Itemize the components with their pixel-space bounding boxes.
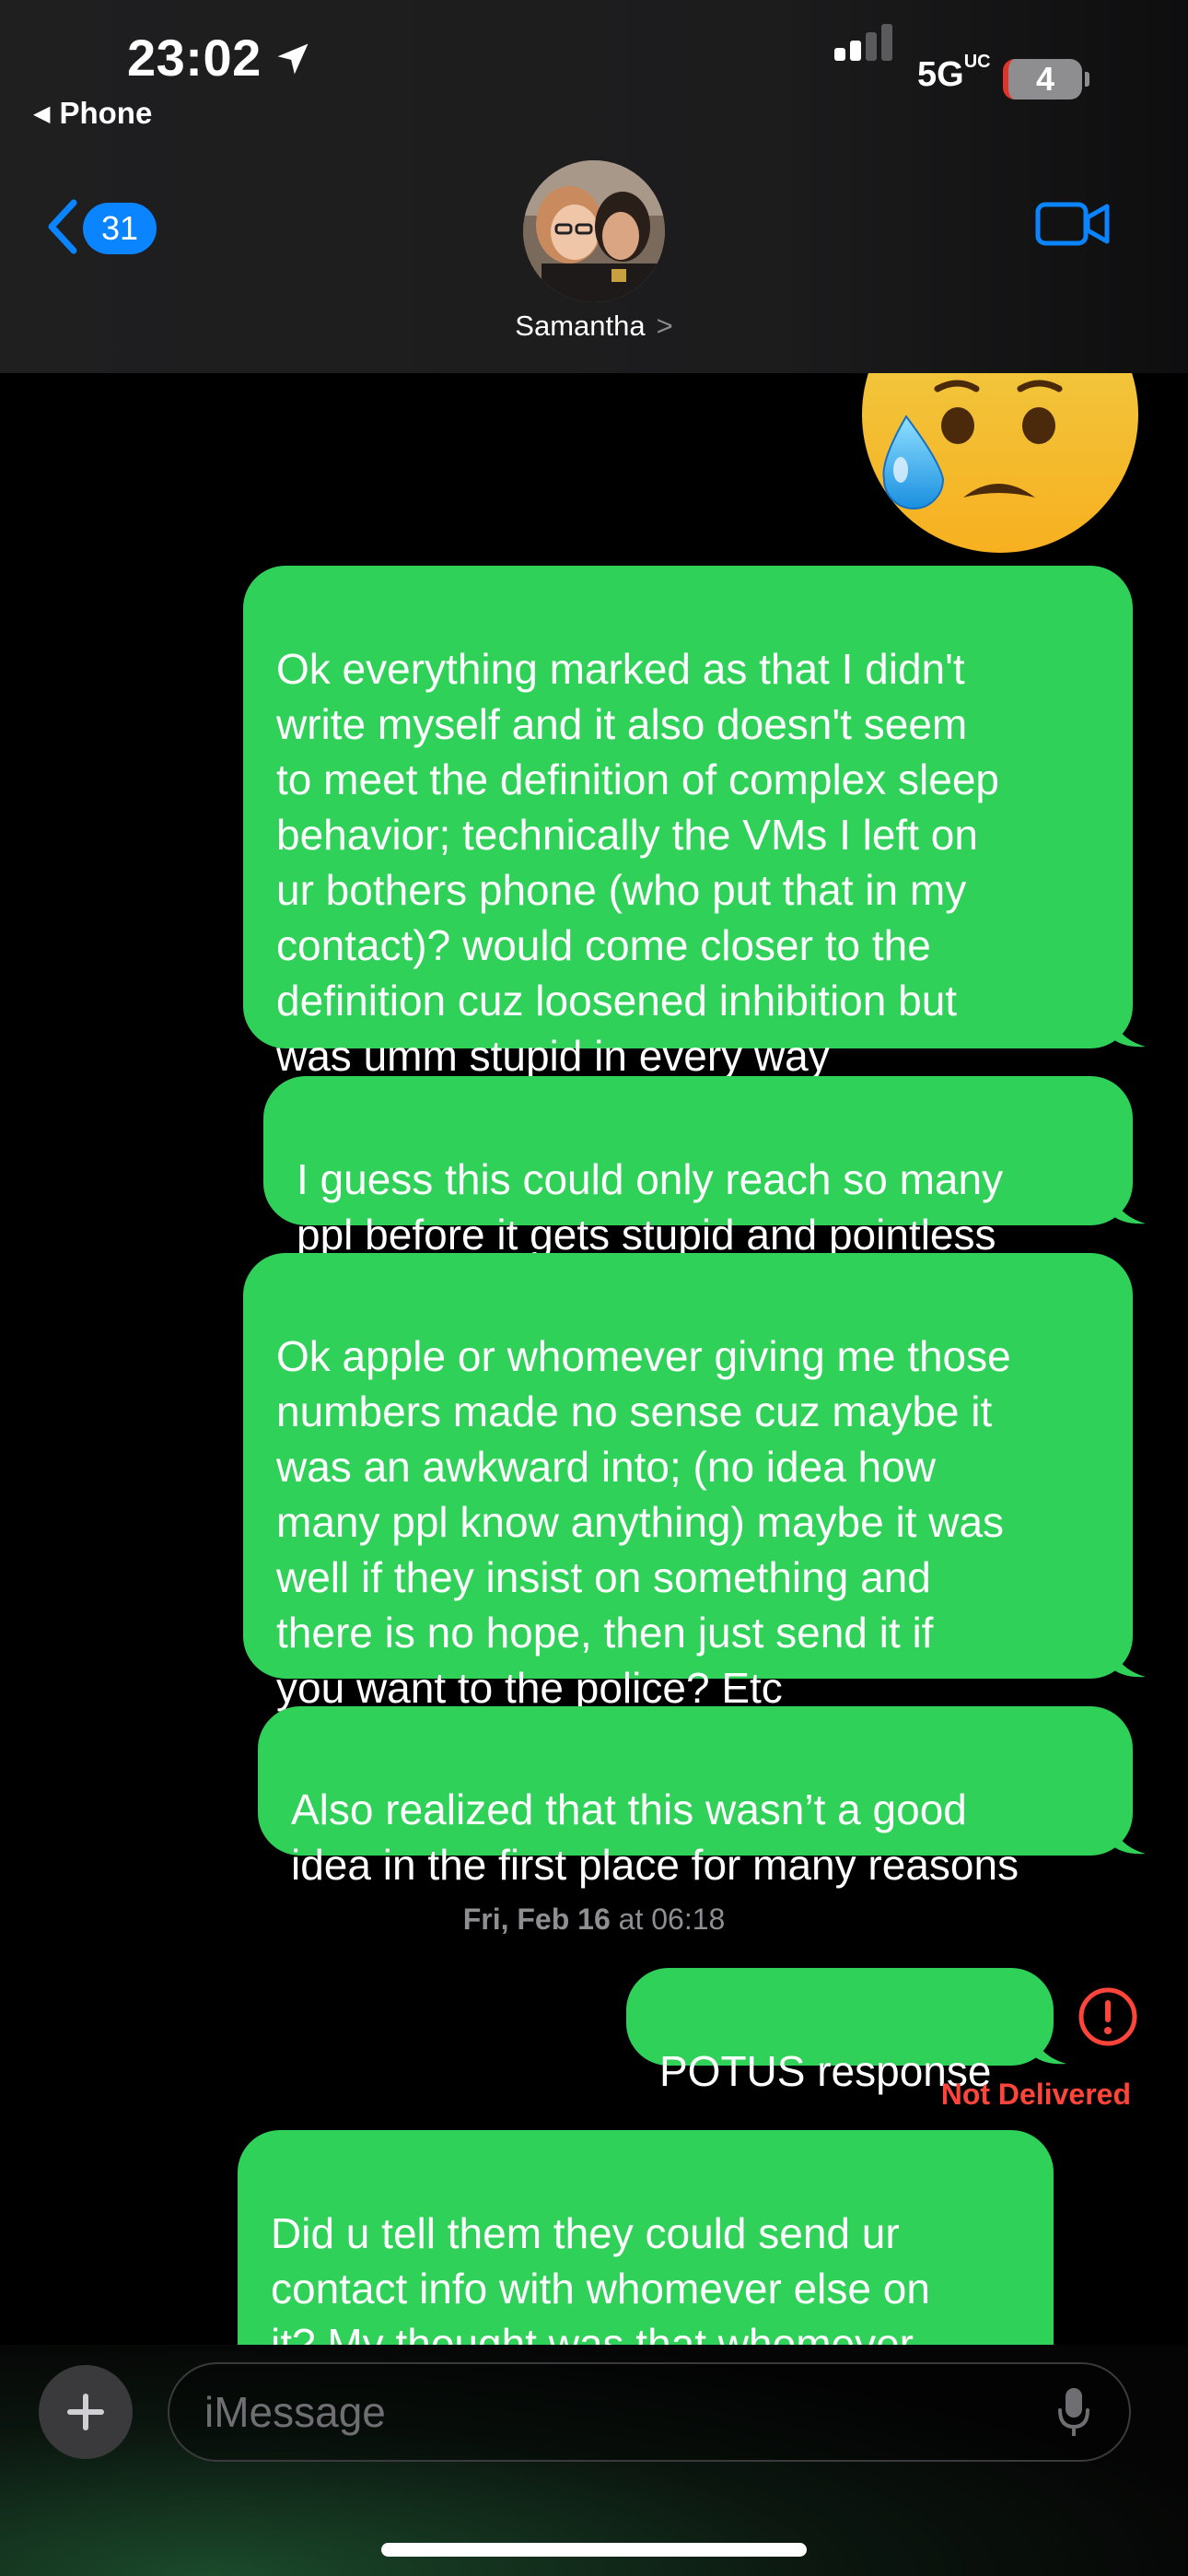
message-bubble-sent-failed[interactable]: POTUS response bbox=[626, 1968, 1066, 2095]
contact-name-button[interactable]: Samantha > bbox=[0, 310, 1188, 343]
timestamp-day: Fri, Feb 16 bbox=[462, 1903, 611, 1936]
contact-name: Samantha bbox=[515, 310, 646, 342]
apps-plus-button[interactable] bbox=[39, 2365, 133, 2459]
message-bubble-sent[interactable]: Ok everything marked as that I didn't wr… bbox=[243, 566, 1146, 1080]
unread-count-badge: 31 bbox=[83, 203, 157, 254]
network-type: 5GUC bbox=[917, 52, 991, 95]
bubble-tail bbox=[1109, 1819, 1146, 1855]
delivery-error-icon[interactable] bbox=[1077, 1986, 1138, 2047]
status-time: 23:02 bbox=[127, 29, 262, 87]
bubble-tail bbox=[1109, 1012, 1146, 1048]
conversation-header: 23:02 ◀ Phone 5GUC 4 31 Samantha > bbox=[0, 0, 1188, 373]
video-call-icon[interactable] bbox=[1035, 197, 1111, 251]
message-text: I guess this could only reach so many pp… bbox=[297, 1155, 1004, 1259]
message-text: Ok everything marked as that I didn't wr… bbox=[276, 645, 1000, 1080]
contact-chevron-icon: > bbox=[656, 310, 673, 342]
avatar[interactable] bbox=[523, 160, 665, 302]
bubble-tail bbox=[1030, 2029, 1066, 2065]
message-bubble-sent[interactable]: Also realized that this wasn’t a good id… bbox=[258, 1706, 1146, 1889]
message-text: Ok apple or whomever giving me those num… bbox=[276, 1332, 1011, 1712]
chevron-left-icon bbox=[48, 199, 77, 254]
back-triangle-icon: ◀ bbox=[33, 101, 51, 126]
timestamp-at: at bbox=[618, 1903, 644, 1936]
bubble-tail bbox=[1109, 1642, 1146, 1678]
network-label: 5G bbox=[917, 55, 964, 94]
timestamp-time: 06:18 bbox=[651, 1903, 726, 1936]
location-arrow-icon bbox=[277, 43, 309, 75]
home-indicator[interactable] bbox=[381, 2543, 807, 2557]
network-suffix: UC bbox=[963, 52, 991, 73]
plus-icon bbox=[67, 2394, 104, 2430]
back-to-app-link[interactable]: ◀ Phone bbox=[33, 96, 152, 131]
message-timestamp: Fri, Feb 16 at 06:18 bbox=[0, 1903, 1188, 1937]
battery-cap bbox=[1085, 72, 1089, 87]
message-bubble-sent[interactable]: Ok apple or whomever giving me those num… bbox=[243, 1253, 1146, 1712]
microphone-icon[interactable] bbox=[1057, 2386, 1090, 2438]
not-delivered-status: Not Delivered bbox=[940, 2078, 1131, 2111]
message-text: Also realized that this wasn’t a good id… bbox=[291, 1786, 1019, 1889]
message-bubble-sent[interactable]: I guess this could only reach so many pp… bbox=[263, 1076, 1146, 1259]
back-app-label: Phone bbox=[59, 96, 153, 130]
avatar-photo bbox=[523, 160, 665, 302]
message-input[interactable]: iMessage bbox=[168, 2362, 1131, 2462]
battery-indicator: 4 bbox=[1003, 59, 1082, 100]
bubble-tail bbox=[1109, 1188, 1146, 1224]
